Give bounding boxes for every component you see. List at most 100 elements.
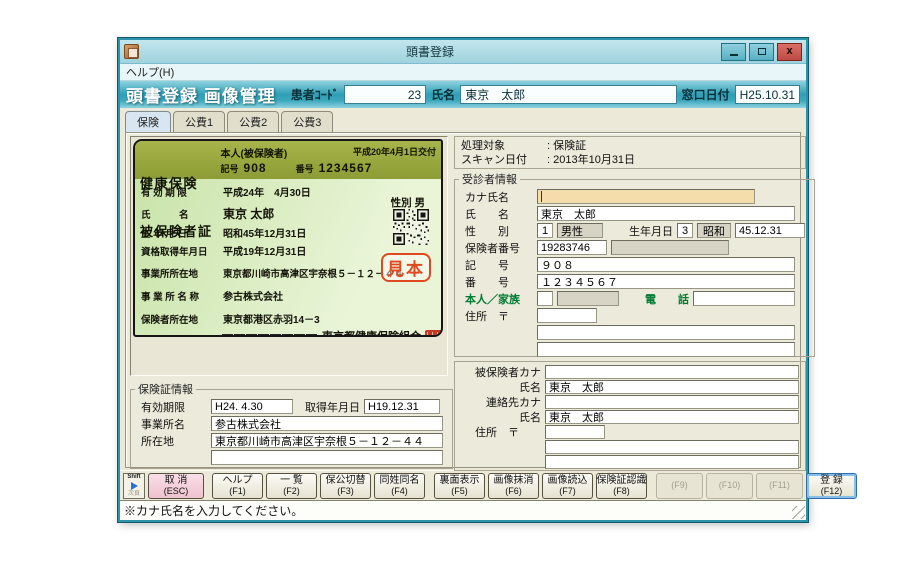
contact-address2-input[interactable] (545, 455, 799, 469)
patient-name-label: 氏名 (431, 86, 455, 103)
resize-grip[interactable] (792, 506, 805, 519)
scan-date-value: : 2013年10月31日 (547, 151, 635, 167)
minimize-button[interactable] (721, 43, 746, 61)
card-birth-label: 生 年 月 日 (141, 226, 223, 240)
card-name-value: 東京 太郎 (223, 205, 274, 222)
window-date-field[interactable]: H25.10.31 (735, 85, 800, 104)
card-sex-text: 性別 男 (391, 195, 425, 210)
card-image-frame: 健康保険 被保険者証 本人(被保険者) 平成20年4月1日交付 記号 908 番… (130, 136, 448, 376)
status-message: ※カナ氏名を入力してください。 (124, 502, 303, 519)
card-bango-label: 番号 (296, 162, 314, 175)
symbol-input[interactable]: ９０８ (537, 257, 795, 272)
card-kigo-label: 記号 (221, 162, 239, 175)
app-window: 頭書登録 x ヘルプ(H) 頭書登録 画像管理 患者ｺｰﾄﾞ 23 氏名 東京 … (118, 38, 808, 522)
name-input[interactable]: 東京 太郎 (537, 206, 795, 221)
maximize-icon (758, 48, 766, 55)
tab-kohi3[interactable]: 公費3 (281, 111, 333, 132)
birth-date-label: 生年月日 (629, 223, 673, 239)
contact-kana-input[interactable] (545, 395, 799, 409)
card-holder-type: 本人(被保険者) (221, 145, 288, 160)
contact-address1-input[interactable] (545, 440, 799, 454)
card-office-addr-value: 東京都川崎市高津区宇奈根５－１２－４４ (223, 266, 404, 280)
office-addr-label: 所在地 (141, 433, 207, 449)
function-key-bar: Shift 次頁 取 消(ESC) ヘルプ(F1) 一 覧(F2) 保公切替(F… (120, 470, 806, 500)
acquired-date-label: 取得年月日 (305, 399, 360, 415)
fn-help-button[interactable]: ヘルプ(F1) (212, 473, 263, 499)
insurer-digit: 8 (258, 334, 269, 338)
insured-contact-group: 被保険者カナ 氏名 東京 太郎 連絡先カナ 氏名 東京 太郎 住所 〒 (454, 361, 806, 471)
tab-kohi1[interactable]: 公費1 (173, 111, 225, 132)
insurance-card-info-legend: 保険証情報 (135, 381, 196, 397)
patient-name-field[interactable]: 東京 太郎 (460, 85, 676, 104)
relation-code-input[interactable] (537, 291, 553, 306)
fn-image-delete-button[interactable]: 画像抹消(F6) (488, 473, 539, 499)
insured-kana-input[interactable] (545, 365, 799, 379)
valid-until-field[interactable]: H24. 4.30 (211, 399, 293, 414)
card-office-addr-label: 事業所所在地 (141, 266, 223, 280)
card-insurer-name: 東京都健康保険組合 (322, 332, 421, 338)
maximize-button[interactable] (749, 43, 774, 61)
kana-name-input[interactable] (537, 189, 755, 204)
birth-era-code-input[interactable]: 3 (677, 223, 693, 238)
contact-name-label: 氏名 (461, 409, 541, 425)
page-title: 頭書登録 画像管理 (126, 82, 276, 107)
header-band: 頭書登録 画像管理 患者ｺｰﾄﾞ 23 氏名 東京 太郎 窓口日付 H25.10… (120, 81, 806, 108)
insurer-number-input[interactable]: 19283746 (537, 240, 607, 255)
number-input[interactable]: １２３４５６７ (537, 274, 795, 289)
fn-insurance-switch-button[interactable]: 保公切替(F3) (320, 473, 371, 499)
insurer-digit: 7 (282, 334, 293, 338)
minimize-icon (730, 54, 738, 56)
card-issue-date: 平成20年4月1日交付 (353, 145, 436, 160)
fn-image-load-button[interactable]: 画像読込(F7) (542, 473, 593, 499)
sex-code-input[interactable]: 1 (537, 223, 553, 238)
fn-list-button[interactable]: 一 覧(F2) (266, 473, 317, 499)
main-panel: 健康保険 被保険者証 本人(被保険者) 平成20年4月1日交付 記号 908 番… (125, 132, 801, 468)
fn-f9-button: (F9) (656, 473, 703, 499)
contact-zip-input[interactable] (545, 425, 605, 439)
office-addr2-field[interactable] (211, 450, 443, 465)
title-bar: 頭書登録 x (120, 40, 806, 64)
close-button[interactable]: x (777, 43, 802, 61)
card-birth-value: 昭和45年12月31日 (223, 225, 306, 240)
office-name-field[interactable]: 参古株式会社 (211, 416, 443, 431)
fn-card-recognize-button[interactable]: 保険証認識(F8) (596, 473, 647, 499)
fn-same-name-button[interactable]: 同姓同名(F4) (374, 473, 425, 499)
card-office-name-label: 事 業 所 名 称 (141, 289, 223, 303)
menu-help[interactable]: ヘルプ(H) (126, 64, 174, 80)
insured-name-input[interactable]: 東京 太郎 (545, 380, 799, 394)
fn-back-side-button[interactable]: 裏面表示(F5) (434, 473, 485, 499)
fn-register-button[interactable]: 登 録(F12) (806, 473, 857, 499)
contact-name-input[interactable]: 東京 太郎 (545, 410, 799, 424)
zip-input[interactable] (537, 308, 597, 323)
office-addr-field[interactable]: 東京都川崎市高津区宇奈根５－１２－４４ (211, 433, 443, 448)
card-name-label: 氏 名 (141, 207, 223, 221)
shift-page-button[interactable]: Shift 次頁 (123, 473, 145, 499)
sex-text-display: 男性 (557, 223, 603, 238)
relation-label: 本人／家族 (465, 291, 533, 307)
symbol-label: 記 号 (465, 257, 533, 273)
address-zip-label: 住所 〒 (465, 308, 533, 324)
insurer-digit: 6 (306, 334, 317, 338)
valid-until-label: 有効期限 (141, 399, 207, 415)
fn-cancel-button[interactable]: 取 消(ESC) (148, 473, 204, 499)
card-insurer-no-label: 保険者番号･名称 (141, 334, 221, 338)
acquired-date-field[interactable]: H19.12.31 (364, 399, 440, 414)
patient-code-field[interactable]: 23 (344, 85, 426, 104)
card-insurer-addr-value: 東京都港区赤羽14－3 (223, 311, 320, 326)
phone-input[interactable] (693, 291, 795, 306)
insurance-card-image: 健康保険 被保険者証 本人(被保険者) 平成20年4月1日交付 記号 908 番… (133, 139, 443, 337)
app-icon (124, 44, 139, 59)
address2-input[interactable] (537, 342, 795, 357)
birth-era-display: 昭和 (697, 223, 731, 238)
address1-input[interactable] (537, 325, 795, 340)
phone-label: 電 話 (645, 291, 689, 307)
tab-kohi2[interactable]: 公費2 (227, 111, 279, 132)
tab-hoken[interactable]: 保険 (125, 111, 171, 132)
office-name-label: 事業所名 (141, 416, 207, 432)
patient-info-group: 受診者情報 カナ氏名 氏 名 東京 太郎 性 別 1 男性 生年月日 3 昭和 … (454, 171, 815, 357)
fn-f10-button: (F10) (706, 473, 753, 499)
window-title: 頭書登録 (139, 43, 721, 60)
birth-date-input[interactable]: 45.12.31 (735, 223, 805, 238)
card-body: 性別 男 見本 有 効 期 限 平成24年 4月30日 氏 名 (135, 179, 441, 337)
insurer-number-sub-display (611, 240, 729, 255)
